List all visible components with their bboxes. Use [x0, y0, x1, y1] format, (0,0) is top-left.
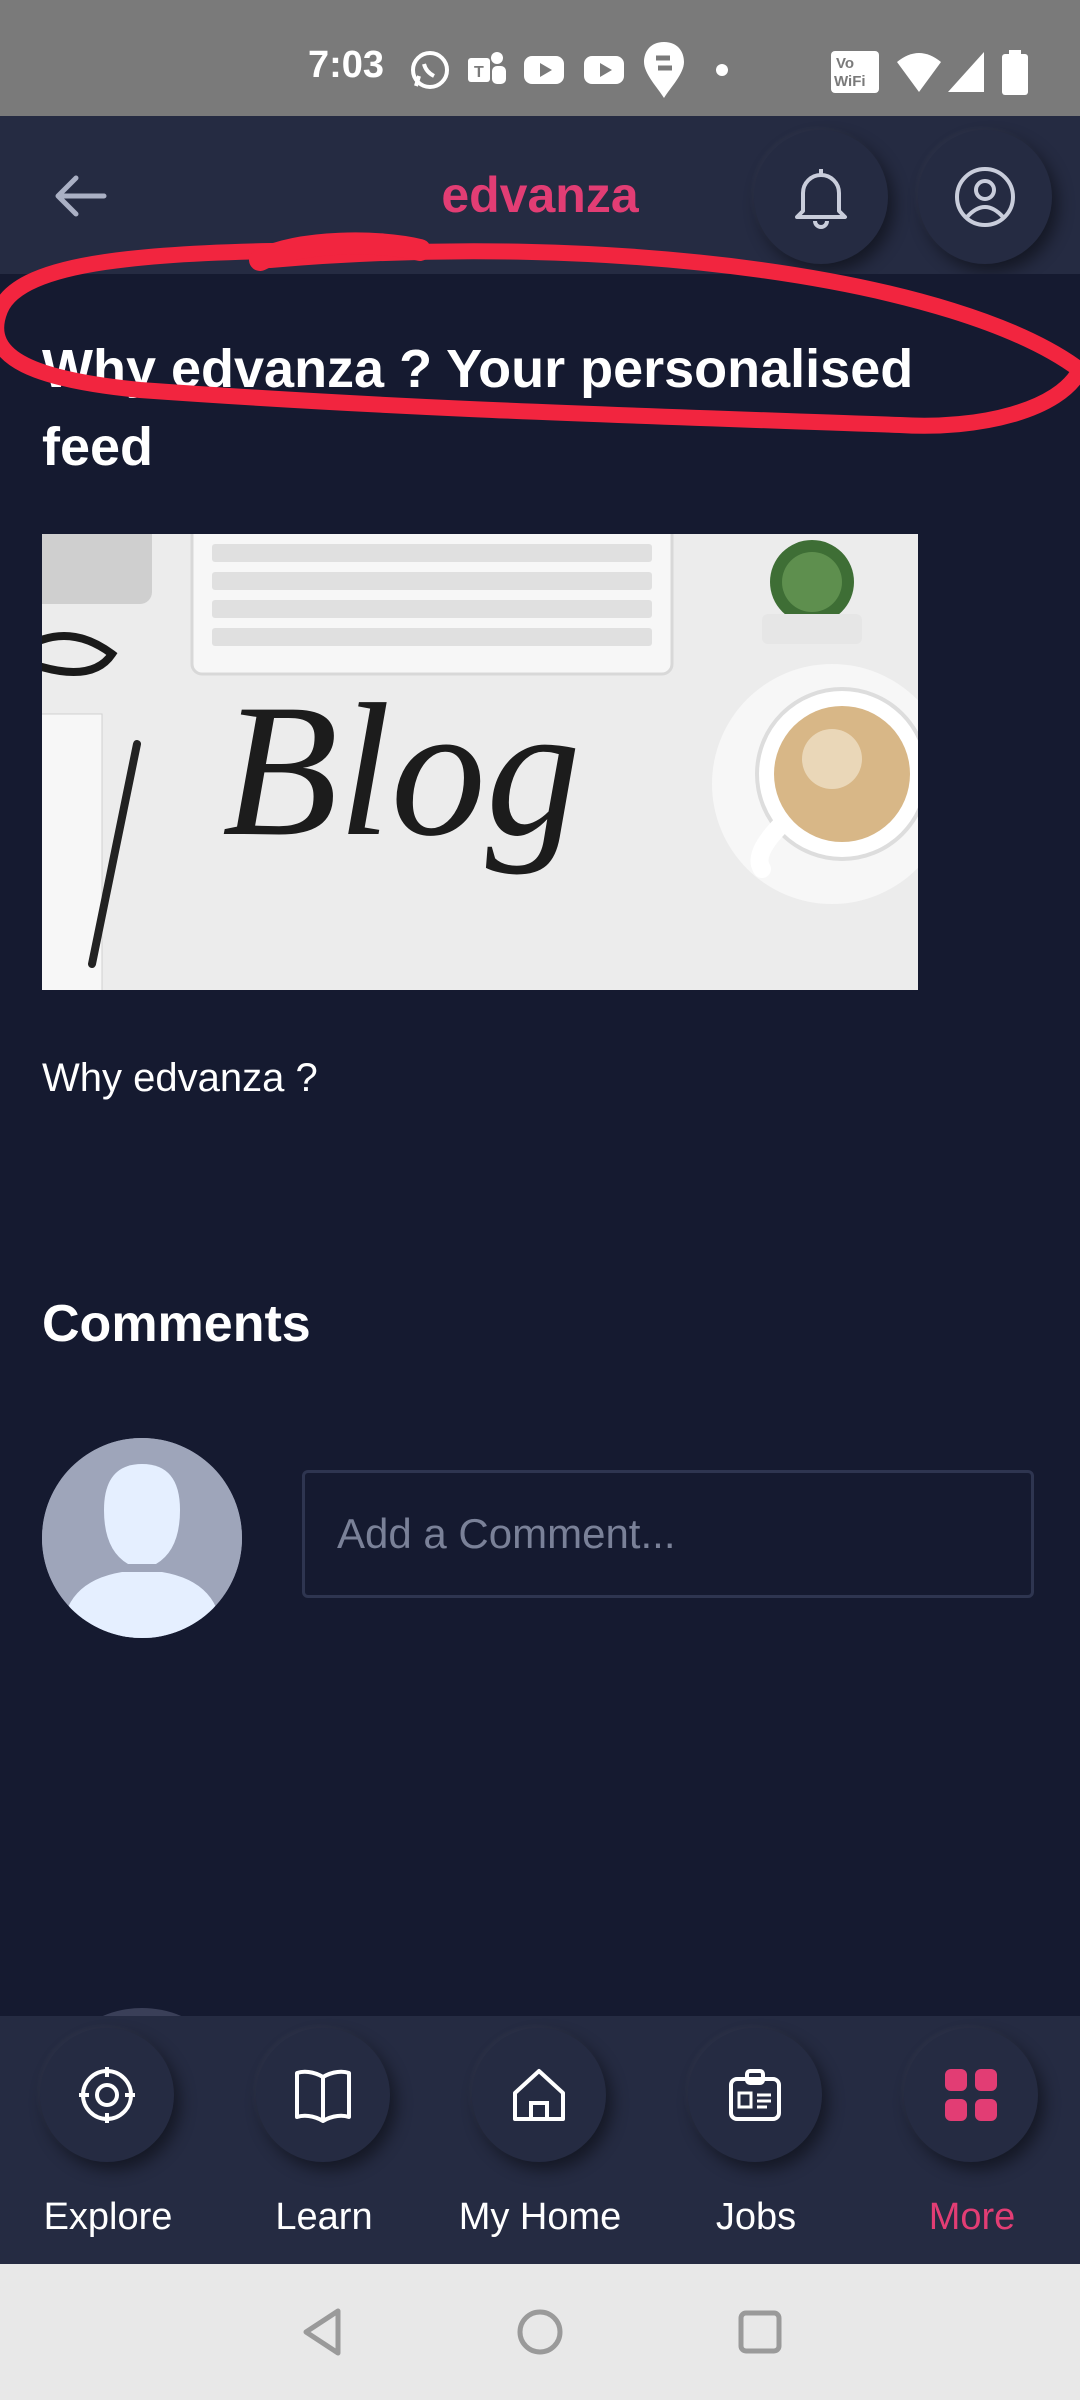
nav-item-jobs[interactable]: Jobs [648, 2016, 864, 2264]
home-circle-icon [517, 2309, 563, 2355]
nav-label: More [928, 2196, 1016, 2238]
post-text: Why edvanza ? [42, 1056, 318, 1100]
whatsapp-icon [411, 51, 449, 89]
home-icon [513, 2069, 565, 2121]
youtube-icon [584, 56, 624, 84]
status-time: 7:03 [308, 44, 385, 86]
grid-icon [945, 2069, 997, 2121]
user-silhouette-icon [42, 1438, 242, 1638]
system-nav-bar [0, 2264, 1080, 2400]
comment-input[interactable] [302, 1470, 1034, 1598]
swiggy-icon [644, 42, 684, 98]
nav-item-my-home[interactable]: My Home [432, 2016, 648, 2264]
vowifi-icon: Vo WiFi [831, 51, 879, 93]
teams-icon: T [468, 52, 506, 84]
system-back-button[interactable] [292, 2302, 352, 2362]
recents-square-icon [738, 2310, 782, 2354]
svg-text:WiFi: WiFi [834, 73, 866, 90]
id-badge-icon [729, 2069, 781, 2121]
status-bar: 7:03 T Vo WiFi [0, 0, 1080, 116]
nav-label: Explore [43, 2196, 173, 2238]
compass-icon [79, 2067, 135, 2123]
system-home-button[interactable] [510, 2302, 570, 2362]
nav-label: My Home [458, 2196, 622, 2238]
battery-icon [1002, 50, 1028, 95]
signal-icon [948, 52, 984, 92]
svg-text:Blog: Blog [222, 666, 581, 876]
nav-label: Learn [275, 2196, 373, 2238]
comments-heading: Comments [42, 1295, 311, 1353]
system-recents-button[interactable] [730, 2302, 790, 2362]
svg-text:T: T [474, 64, 484, 81]
book-icon [295, 2069, 351, 2123]
bottom-nav: Explore Learn My Home Jobs More [0, 2016, 1080, 2264]
nav-item-learn[interactable]: Learn [216, 2016, 432, 2264]
youtube-icon [524, 56, 564, 84]
wifi-icon [897, 53, 941, 92]
back-triangle-icon [303, 2308, 341, 2356]
svg-text:Vo: Vo [836, 55, 854, 72]
nav-label: Jobs [715, 2196, 797, 2238]
app-screen: 7:03 T Vo WiFi edvanza Why edvanza ? You… [0, 0, 1080, 2400]
nav-item-more[interactable]: More [864, 2016, 1080, 2264]
avatar [42, 1438, 242, 1638]
dot-icon [716, 64, 728, 76]
red-annotation-circle [0, 232, 1080, 434]
nav-item-explore[interactable]: Explore [0, 2016, 216, 2264]
